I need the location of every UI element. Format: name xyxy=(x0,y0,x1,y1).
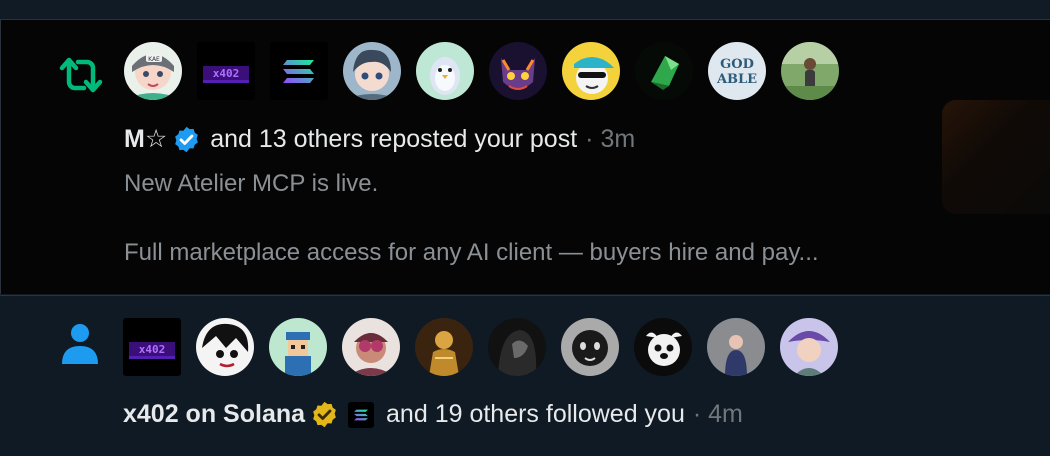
action-text: and 13 others reposted your post xyxy=(210,124,578,153)
solana-logo-icon xyxy=(348,401,375,428)
avatar-row: KAE x402 GOD ABLE xyxy=(124,42,839,100)
anime-girl-avatar[interactable]: KAE xyxy=(124,42,182,100)
woman-hat-avatar[interactable] xyxy=(780,318,838,376)
gold-figure-avatar[interactable] xyxy=(415,318,473,376)
svg-text:ABLE: ABLE xyxy=(716,72,757,87)
x402-logo-avatar[interactable]: x402 xyxy=(123,318,181,376)
penguin-avatar[interactable] xyxy=(416,42,474,100)
timestamp[interactable]: · 4m xyxy=(693,400,743,429)
notification-repost[interactable]: KAE x402 GOD ABLE M☆ and 13 others repos… xyxy=(0,20,1050,294)
manga-avatar[interactable] xyxy=(196,318,254,376)
post-thumbnail[interactable] xyxy=(942,100,1050,214)
pixel-boy-avatar[interactable] xyxy=(269,318,327,376)
repost-icon xyxy=(54,48,108,102)
gold-verified-badge xyxy=(310,400,339,429)
cat-avatar[interactable] xyxy=(489,42,547,100)
blue-verified-badge xyxy=(172,125,201,154)
god-is-able-avatar[interactable]: GOD ABLE xyxy=(708,42,766,100)
svg-text:GOD: GOD xyxy=(720,57,754,72)
svg-text:x402: x402 xyxy=(213,67,240,80)
cartoon-dog-avatar[interactable] xyxy=(634,318,692,376)
svg-text:KAE: KAE xyxy=(148,56,160,63)
notification-text: x402 on Solana and 19 others followed yo… xyxy=(123,400,743,429)
figure-avatar[interactable] xyxy=(707,318,765,376)
actor-name[interactable]: x402 on Solana xyxy=(123,400,305,429)
person-field-avatar[interactable] xyxy=(781,42,839,100)
green-crystal-avatar[interactable] xyxy=(635,42,693,100)
goggles-avatar[interactable] xyxy=(342,318,400,376)
post-snippet-line-1: New Atelier MCP is live. xyxy=(124,170,379,197)
svg-text:x402: x402 xyxy=(139,343,166,356)
dark-hood-avatar[interactable] xyxy=(488,318,546,376)
timestamp[interactable]: · 3m xyxy=(585,125,635,154)
top-bar xyxy=(0,0,1050,20)
post-snippet-line-2: Full marketplace access for any AI clien… xyxy=(124,239,819,266)
person-icon xyxy=(53,318,107,372)
notification-text: M☆ and 13 others reposted your post · 3m xyxy=(124,124,635,154)
anime-boy-avatar[interactable] xyxy=(343,42,401,100)
actor-name[interactable]: M☆ xyxy=(124,124,167,154)
notification-follow[interactable]: x402 x402 on Solana and 19 others follow… xyxy=(0,295,1050,456)
solana-logo-avatar[interactable] xyxy=(270,42,328,100)
avatar-row: x402 xyxy=(123,318,838,376)
masked-avatar[interactable] xyxy=(561,318,619,376)
action-text: and 19 others followed you xyxy=(386,400,685,428)
x402-logo-avatar[interactable]: x402 xyxy=(197,42,255,100)
cap-character-avatar[interactable] xyxy=(562,42,620,100)
